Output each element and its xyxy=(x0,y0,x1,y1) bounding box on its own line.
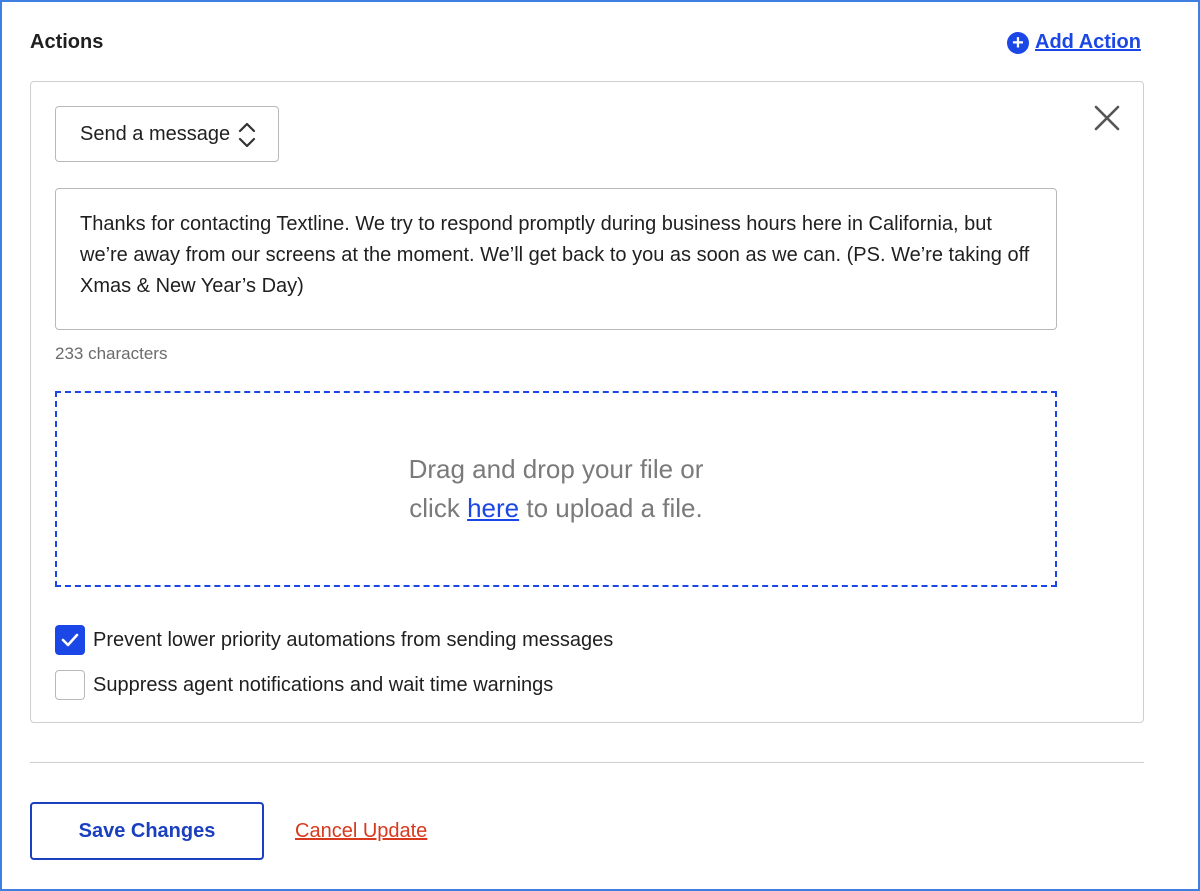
dropzone-prefix: click xyxy=(409,493,460,523)
automation-editor-frame: Actions + Add Action Send a message Than… xyxy=(0,0,1200,891)
action-type-value: Send a message xyxy=(80,122,231,145)
section-divider xyxy=(30,762,1144,763)
cancel-update-link[interactable]: Cancel Update xyxy=(295,820,427,843)
message-textarea[interactable]: Thanks for contacting Textline. We try t… xyxy=(55,188,1057,330)
dropzone-line-2: click here to upload a file. xyxy=(409,489,702,528)
option-prevent-lower-priority[interactable]: Prevent lower priority automations from … xyxy=(55,625,613,655)
file-dropzone[interactable]: Drag and drop your file or click here to… xyxy=(55,391,1057,587)
plus-circle-icon: + xyxy=(1007,31,1029,54)
action-card: Send a message Thanks for contacting Tex… xyxy=(30,81,1144,723)
add-action-button[interactable]: + Add Action xyxy=(1007,31,1141,54)
option-label: Prevent lower priority automations from … xyxy=(93,628,614,651)
dropzone-line-1: Drag and drop your file or xyxy=(408,454,704,484)
dropzone-suffix: to upload a file. xyxy=(526,493,703,523)
close-icon[interactable] xyxy=(1093,104,1121,132)
save-changes-button[interactable]: Save Changes xyxy=(30,802,264,860)
checkbox-unchecked[interactable] xyxy=(55,670,85,700)
chevron-up-down-icon xyxy=(238,122,256,148)
option-label: Suppress agent notifications and wait ti… xyxy=(93,673,554,696)
option-suppress-notifications[interactable]: Suppress agent notifications and wait ti… xyxy=(55,670,553,700)
action-type-select[interactable]: Send a message xyxy=(55,106,279,162)
checkbox-checked[interactable] xyxy=(55,625,85,655)
upload-link[interactable]: here xyxy=(467,493,519,523)
section-title: Actions xyxy=(30,31,104,53)
checkmark-icon xyxy=(61,633,79,647)
add-action-label: Add Action xyxy=(1035,31,1141,53)
character-count: 233 characters xyxy=(55,344,168,363)
